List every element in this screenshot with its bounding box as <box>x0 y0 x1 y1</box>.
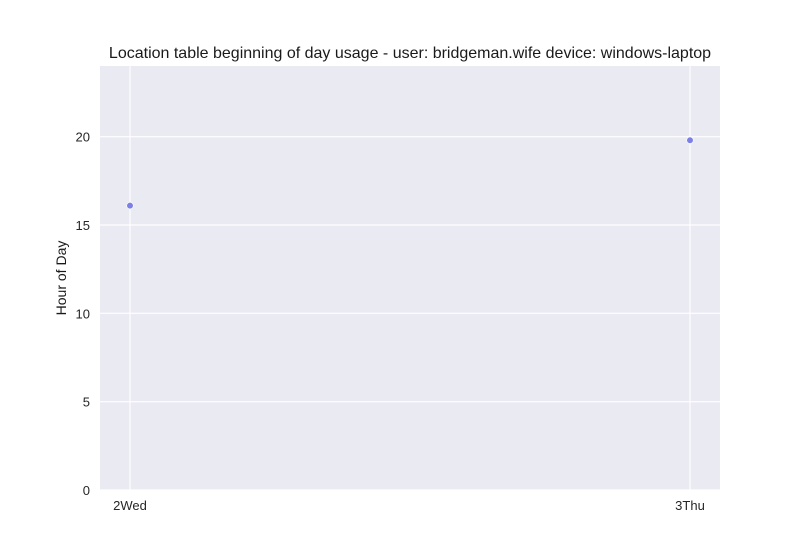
x-tick-label: 2Wed <box>113 498 147 513</box>
y-tick-label: 0 <box>83 483 90 498</box>
y-axis-label: Hour of Day <box>53 241 69 316</box>
y-tick-label: 10 <box>76 306 90 321</box>
x-tick-label: 3Thu <box>675 498 705 513</box>
data-point <box>126 201 134 210</box>
plot-area <box>100 66 720 490</box>
chart-title: Location table beginning of day usage - … <box>109 45 711 62</box>
x-tick-labels: 2Wed 3Thu <box>113 498 705 513</box>
y-tick-label: 5 <box>83 395 90 410</box>
data-point <box>686 136 694 144</box>
y-tick-labels: 0 5 10 15 20 <box>76 130 90 498</box>
chart: 0 5 10 15 20 2Wed 3Thu Location table beginni… <box>53 45 720 513</box>
y-tick-label: 20 <box>76 130 90 145</box>
y-tick-label: 15 <box>76 218 90 233</box>
